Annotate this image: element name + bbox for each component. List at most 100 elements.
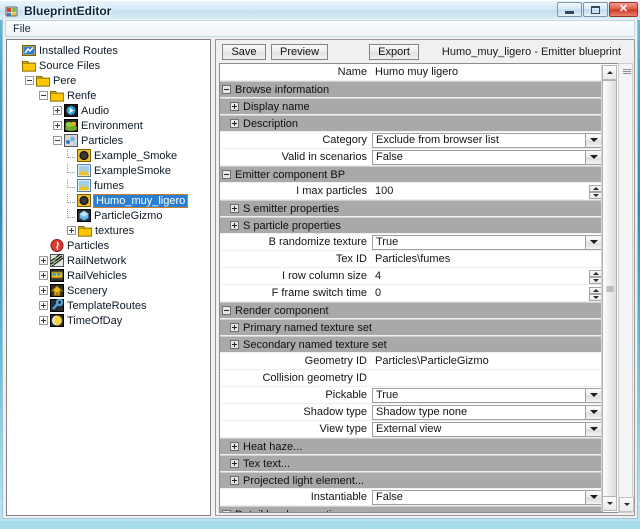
tree-node-particlegizmo[interactable]: ParticleGizmo <box>7 208 210 223</box>
category-expand-icon[interactable] <box>230 221 239 230</box>
combo-dropdown-button[interactable] <box>585 406 601 419</box>
close-button[interactable]: ✕ <box>609 2 638 17</box>
scroll-up-button[interactable] <box>602 65 617 80</box>
property-label-f-frame-switch-time: F frame switch time <box>220 287 372 299</box>
grid-category-primary-named-texture-set[interactable]: Primary named texture set <box>220 319 603 336</box>
tree-node-audio[interactable]: Audio <box>7 103 210 118</box>
category-expand-icon[interactable] <box>230 442 239 451</box>
combo-dropdown-button[interactable] <box>585 491 601 504</box>
property-value-name[interactable]: Humo muy ligero <box>372 65 603 80</box>
tree-node-templateroutes[interactable]: TemplateRoutes <box>7 298 210 313</box>
grid-category-s-emitter-properties[interactable]: S emitter properties <box>220 200 603 217</box>
property-value-instantiable[interactable]: False <box>372 490 602 505</box>
scrollbar-thumb[interactable] <box>602 80 617 498</box>
pane-scroll-up-button[interactable] <box>619 64 634 79</box>
property-value-f-frame-switch-time[interactable]: 0 <box>372 286 603 301</box>
combo-dropdown-button[interactable] <box>585 151 601 164</box>
property-value-view-type[interactable]: External view <box>372 422 602 437</box>
grid-category-detail-level-generation-range[interactable]: Detail level generation range <box>220 506 603 513</box>
tree-node-environment[interactable]: Environment <box>7 118 210 133</box>
asset-tree-pane[interactable]: Installed RoutesSource FilesPereRenfeAud… <box>6 39 211 516</box>
category-collapse-icon[interactable] <box>222 306 231 315</box>
grid-category-s-particle-properties[interactable]: S particle properties <box>220 217 603 234</box>
property-value-geometry-id[interactable]: Particles\ParticleGizmo <box>372 354 603 369</box>
tree-expand-icon[interactable] <box>39 301 48 310</box>
property-value-category[interactable]: Exclude from browser list <box>372 133 602 148</box>
property-value-i-max-particles[interactable]: 100 <box>372 184 603 199</box>
tree-node-example-smoke[interactable]: Example_Smoke <box>7 148 210 163</box>
tree-node-scenery[interactable]: Scenery <box>7 283 210 298</box>
pane-scroll-down-button[interactable] <box>619 497 634 512</box>
save-button[interactable]: Save <box>222 44 266 60</box>
property-value-i-row-column-size[interactable]: 4 <box>372 269 603 284</box>
tree-node-particles[interactable]: Particles <box>7 133 210 148</box>
tree-node-humo-muy-ligero[interactable]: Humo_muy_ligero <box>7 193 210 208</box>
export-button[interactable]: Export <box>369 44 419 60</box>
combo-dropdown-button[interactable] <box>585 389 601 402</box>
grid-row-i-row-column-size: I row column size4 <box>220 268 603 285</box>
tree-collapse-icon[interactable] <box>39 91 48 100</box>
preview-button[interactable]: Preview <box>271 44 328 60</box>
category-collapse-icon[interactable] <box>222 510 231 513</box>
tree-expand-icon[interactable] <box>39 316 48 325</box>
tree-node-pere[interactable]: Pere <box>7 73 210 88</box>
tree-collapse-icon[interactable] <box>25 76 34 85</box>
category-expand-icon[interactable] <box>230 459 239 468</box>
property-value-valid-in-scenarios[interactable]: False <box>372 150 602 165</box>
category-expand-icon[interactable] <box>230 204 239 213</box>
property-label-geometry-id: Geometry ID <box>220 355 372 367</box>
property-value-collision-geometry-id[interactable] <box>372 371 603 386</box>
tree-expand-icon[interactable] <box>53 106 62 115</box>
category-expand-icon[interactable] <box>230 323 239 332</box>
grid-category-render-component[interactable]: Render component <box>220 302 603 319</box>
tree-node-textures[interactable]: textures <box>7 223 210 238</box>
tree-node-source-files[interactable]: Source Files <box>7 58 210 73</box>
property-value-shadow-type[interactable]: Shadow type none <box>372 405 602 420</box>
category-label: Browse information <box>235 84 329 96</box>
combo-dropdown-button[interactable] <box>585 134 601 147</box>
tree-node-label: Humo_muy_ligero <box>94 195 187 207</box>
maximize-button[interactable] <box>583 2 608 17</box>
tree-collapse-icon[interactable] <box>53 136 62 145</box>
grid-category-heat-haze[interactable]: Heat haze... <box>220 438 603 455</box>
category-expand-icon[interactable] <box>230 476 239 485</box>
tree-node-particles[interactable]: Particles <box>7 238 210 253</box>
tree-node-timeofday[interactable]: TimeOfDay <box>7 313 210 328</box>
property-value-tex-id[interactable]: Particles\fumes <box>372 252 603 267</box>
grid-category-projected-light-element[interactable]: Projected light element... <box>220 472 603 489</box>
tree-node-fumes[interactable]: fumes <box>7 178 210 193</box>
category-collapse-icon[interactable] <box>222 170 231 179</box>
text-value: Particles\ParticleGizmo <box>375 355 489 367</box>
grid-category-display-name[interactable]: Display name <box>220 98 603 115</box>
tree-node-renfe[interactable]: Renfe <box>7 88 210 103</box>
title-bar[interactable]: BlueprintEditor ✕ <box>0 0 640 20</box>
category-collapse-icon[interactable] <box>222 85 231 94</box>
grid-category-secondary-named-texture-set[interactable]: Secondary named texture set <box>220 336 603 353</box>
grid-category-browse-information[interactable]: Browse information <box>220 81 603 98</box>
tree-expand-icon[interactable] <box>39 256 48 265</box>
combo-dropdown-button[interactable] <box>585 236 601 249</box>
tree-node-examplesmoke[interactable]: ExampleSmoke <box>7 163 210 178</box>
tree-expand-icon[interactable] <box>39 271 48 280</box>
minimize-button[interactable] <box>557 2 582 17</box>
grid-category-description[interactable]: Description <box>220 115 603 132</box>
menu-item-file[interactable]: File <box>6 22 38 36</box>
property-grid[interactable]: NameHumo muy ligeroBrowse informationDis… <box>219 63 619 513</box>
combo-dropdown-button[interactable] <box>585 423 601 436</box>
tree-node-installed-routes[interactable]: Installed Routes <box>7 43 210 58</box>
grid-category-emitter-component-bp[interactable]: Emitter component BP <box>220 166 603 183</box>
scroll-down-button[interactable] <box>602 496 617 511</box>
category-expand-icon[interactable] <box>230 102 239 111</box>
tree-node-railvehicles[interactable]: RailVehicles <box>7 268 210 283</box>
property-value-pickable[interactable]: True <box>372 388 602 403</box>
grid-category-tex-text[interactable]: Tex text... <box>220 455 603 472</box>
tree-node-railnetwork[interactable]: RailNetwork <box>7 253 210 268</box>
tree-expand-icon[interactable] <box>53 121 62 130</box>
property-pane-scrollbar[interactable] <box>618 63 633 513</box>
property-value-b-randomize-texture[interactable]: True <box>372 235 602 250</box>
tree-expand-icon[interactable] <box>67 226 76 235</box>
category-expand-icon[interactable] <box>230 119 239 128</box>
category-expand-icon[interactable] <box>230 340 239 349</box>
tree-expand-icon[interactable] <box>39 286 48 295</box>
property-grid-scrollbar[interactable] <box>601 65 617 511</box>
